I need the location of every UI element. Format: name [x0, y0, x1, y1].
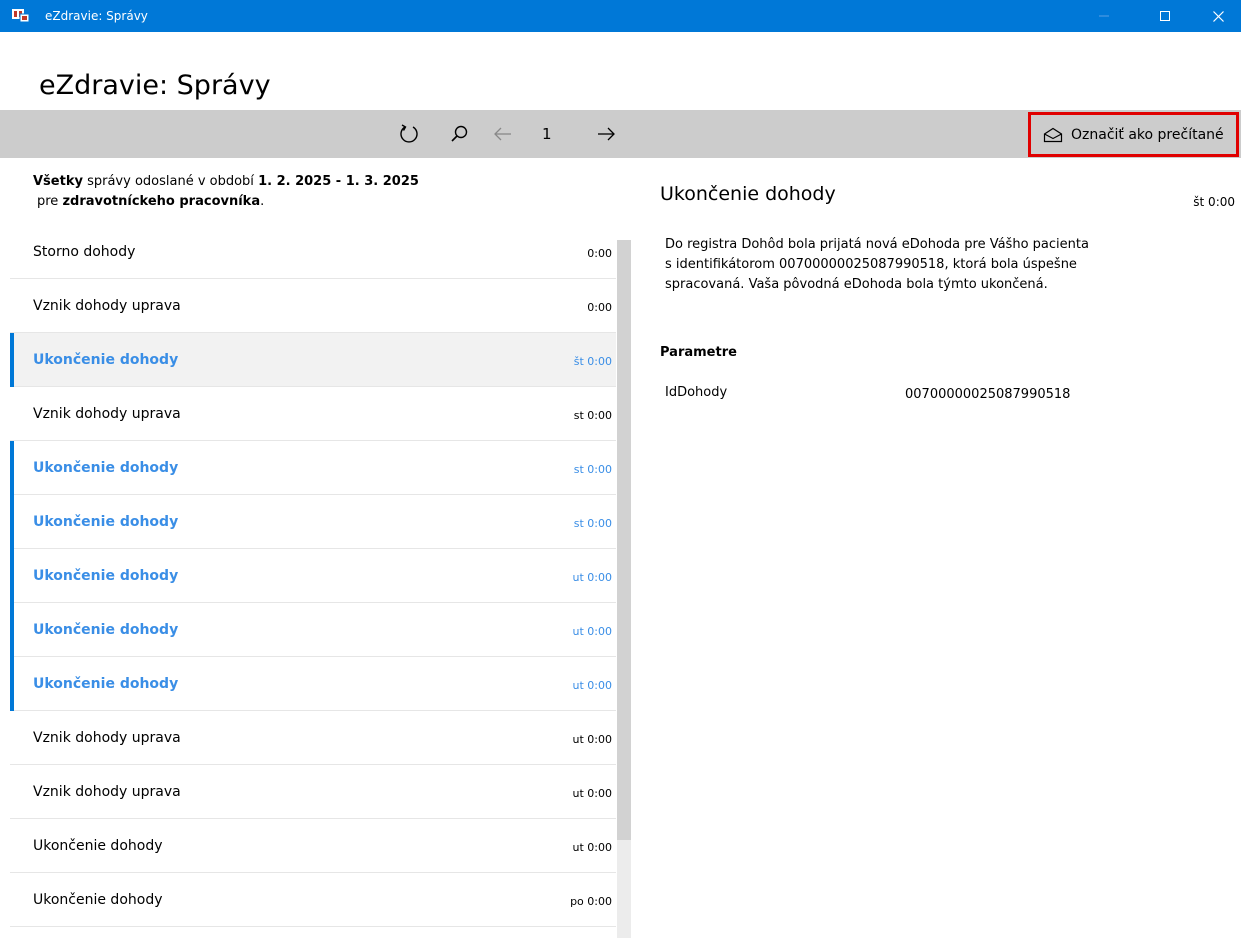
- message-list-item[interactable]: Ukončenie dohody ut 0:00: [10, 603, 616, 657]
- previous-page-button[interactable]: [491, 122, 515, 146]
- message-time: ut 0:00: [572, 625, 612, 638]
- unread-indicator: [10, 495, 14, 549]
- parameters-heading: Parametre: [660, 345, 737, 360]
- minimize-button[interactable]: [1081, 0, 1127, 32]
- mark-as-read-label: Označiť ako prečítané: [1071, 126, 1224, 143]
- message-subject: Vznik dohody uprava: [33, 784, 181, 800]
- message-time: ut 0:00: [572, 733, 612, 746]
- message-list-item[interactable]: Ukončenie dohody ut 0:00: [10, 657, 616, 711]
- message-list-item[interactable]: Ukončenie dohody st 0:00: [10, 441, 616, 495]
- maximize-button[interactable]: [1142, 0, 1188, 32]
- message-list-item[interactable]: Vznik dohody uprava st 0:00: [10, 387, 616, 441]
- message-list-scrollbar[interactable]: [617, 240, 631, 938]
- message-list: Storno dohody 0:00 Vznik dohody uprava 0:00…: [10, 225, 616, 938]
- message-subject: Ukončenie dohody: [33, 514, 179, 530]
- message-time: ut 0:00: [572, 841, 612, 854]
- page-title: eZdravie: Správy: [39, 70, 271, 101]
- param-name: IdDohody: [665, 385, 728, 400]
- filter-end: .: [260, 194, 265, 209]
- message-list-item[interactable]: Ukončenie dohody ut 0:00: [10, 549, 616, 603]
- ezdravie-app-icon: [11, 8, 31, 24]
- window-title: eZdravie: Správy: [45, 9, 148, 23]
- message-subject: Ukončenie dohody: [33, 838, 163, 854]
- message-time: 0:00: [587, 247, 612, 260]
- message-subject: Ukončenie dohody: [33, 676, 179, 692]
- message-time: st 0:00: [573, 517, 612, 530]
- message-time: 0:00: [587, 301, 612, 314]
- maximize-icon: [1160, 11, 1170, 21]
- message-list-item[interactable]: Vznik dohody uprava 0:00: [10, 279, 616, 333]
- detail-title: Ukončenie dohody: [660, 183, 836, 205]
- refresh-icon: [400, 124, 418, 143]
- message-list-item[interactable]: Ukončenie dohody št 0:00: [10, 333, 616, 387]
- scrollbar-thumb[interactable]: [617, 240, 631, 840]
- message-list-item[interactable]: Ukončenie dohody po 0:00: [10, 873, 616, 927]
- unread-indicator: [10, 441, 14, 495]
- message-time: po 0:00: [570, 895, 612, 908]
- message-time: ut 0:00: [572, 571, 612, 584]
- detail-body-line-3: spracovaná. Vaša pôvodná eDohoda bola tý…: [665, 277, 1048, 292]
- message-subject: Ukončenie dohody: [33, 460, 179, 476]
- arrow-right-icon: [598, 127, 615, 141]
- window-titlebar: eZdravie: Správy: [0, 0, 1241, 32]
- message-time: ut 0:00: [572, 679, 612, 692]
- arrow-left-icon: [494, 127, 511, 141]
- minimize-icon: [1099, 15, 1109, 17]
- search-icon: [451, 125, 468, 142]
- param-value: 00700000025087990518: [905, 387, 1071, 402]
- message-subject: Vznik dohody uprava: [33, 730, 181, 746]
- message-subject: Ukončenie dohody: [33, 568, 179, 584]
- open-envelope-icon: [1043, 127, 1063, 142]
- detail-time: št 0:00: [1193, 195, 1235, 209]
- unread-indicator: [10, 333, 14, 387]
- page-number: 1: [542, 125, 552, 143]
- message-time: št 0:00: [573, 355, 612, 368]
- next-page-button[interactable]: [594, 122, 618, 146]
- filter-text-2: pre: [37, 194, 63, 209]
- detail-body-line-1: Do registra Dohôd bola prijatá nová eDoh…: [665, 237, 1089, 252]
- message-list-item[interactable]: Vznik dohody uprava ut 0:00: [10, 711, 616, 765]
- filter-description: Všetky správy odoslané v období 1. 2. 20…: [33, 172, 593, 212]
- filter-recipient: zdravotníckeho pracovníka: [62, 194, 261, 209]
- message-time: ut 0:00: [572, 787, 612, 800]
- filter-scope: Všetky: [33, 174, 83, 189]
- message-subject: Storno dohody: [33, 244, 136, 260]
- message-list-item[interactable]: Ukončenie dohody ut 0:00: [10, 819, 616, 873]
- search-button[interactable]: [447, 122, 471, 146]
- close-button[interactable]: [1195, 0, 1241, 32]
- close-icon: [1212, 10, 1224, 22]
- message-subject: Ukončenie dohody: [33, 352, 179, 368]
- message-list-item[interactable]: Storno dohody 0:00: [10, 225, 616, 279]
- message-subject: Vznik dohody uprava: [33, 406, 181, 422]
- unread-indicator: [10, 603, 14, 657]
- filter-period: 1. 2. 2025 - 1. 3. 2025: [258, 174, 419, 189]
- message-subject: Ukončenie dohody: [33, 892, 163, 908]
- message-time: st 0:00: [573, 409, 612, 422]
- message-subject: Ukončenie dohody: [33, 622, 179, 638]
- message-time: st 0:00: [573, 463, 612, 476]
- refresh-button[interactable]: [397, 122, 421, 146]
- unread-indicator: [10, 657, 14, 711]
- mark-as-read-button[interactable]: Označiť ako prečítané: [1028, 112, 1239, 157]
- detail-body-line-2: s identifikátorom 00700000025087990518, …: [665, 257, 1077, 272]
- detail-body: Do registra Dohôd bola prijatá nová eDoh…: [665, 235, 1175, 295]
- message-subject: Vznik dohody uprava: [33, 298, 181, 314]
- message-list-item[interactable]: Ukončenie dohody st 0:00: [10, 495, 616, 549]
- filter-text-1: správy odoslané v období: [82, 174, 259, 189]
- message-list-item[interactable]: Vznik dohody uprava ut 0:00: [10, 765, 616, 819]
- unread-indicator: [10, 549, 14, 603]
